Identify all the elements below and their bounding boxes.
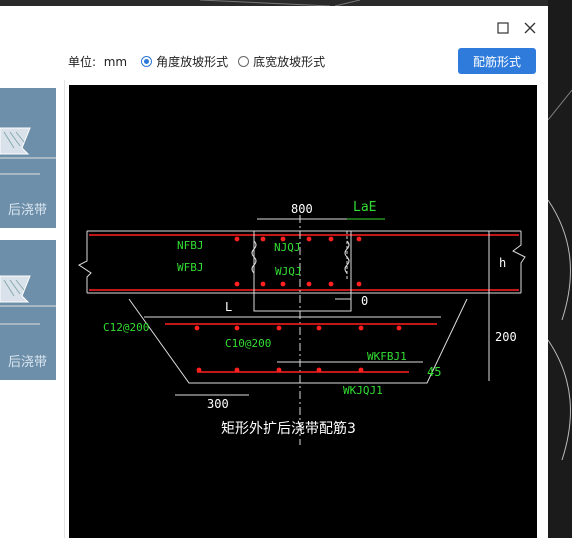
drawing-caption: 矩形外扩后浇带配筋3 <box>221 420 356 437</box>
label-wkfbj: WKFBJ1 <box>367 350 407 363</box>
label-wfbj: WFBJ <box>177 261 204 274</box>
maximize-icon[interactable] <box>493 18 513 38</box>
width-slope-label: 底宽放坡形式 <box>253 54 326 69</box>
widened-trench-outline <box>128 298 468 384</box>
width-slope-option[interactable]: 底宽放坡形式 <box>238 53 325 70</box>
label-nfbj: NFBJ <box>177 239 204 252</box>
label-c10: C10@200 <box>225 337 271 350</box>
label-njqj: NJQJ <box>274 241 301 254</box>
dim-text-800: 800 <box>291 202 313 216</box>
label-c12: C12@200 <box>103 321 149 334</box>
label-wjqj: WJQJ <box>275 265 302 278</box>
angle-slope-radio[interactable] <box>141 55 153 67</box>
template-caption: 后浇带 <box>8 355 48 370</box>
template-caption: 后浇带 <box>8 203 48 218</box>
template-list: 后浇带 后浇带 <box>0 80 65 538</box>
dim-text-lae: LaE <box>353 200 376 215</box>
template-thumbnail-2[interactable]: 后浇带 <box>0 240 56 380</box>
rebar-form-button[interactable]: 配筋形式 <box>458 48 536 74</box>
dim-text-h: h <box>499 256 506 270</box>
slope-options-bar: 单位: mm 角度放坡形式 底宽放坡形式 <box>68 52 335 70</box>
dim-text-l: L <box>225 300 232 314</box>
width-slope-radio[interactable] <box>238 55 250 67</box>
close-icon[interactable] <box>520 18 540 38</box>
unit-label: 单位: mm <box>68 54 128 69</box>
dim-text-300: 300 <box>207 397 229 411</box>
dim-text-0: 0 <box>361 294 368 308</box>
template-thumbnail-1[interactable]: 后浇带 <box>0 88 56 228</box>
rebar-drawing-preview: 800 LaE L h 0 200 300 45 NFBJ NJQJ WFBJ … <box>69 85 537 538</box>
unit-value: mm <box>103 54 128 69</box>
dim-text-45: 45 <box>427 365 441 379</box>
rebar-config-dialog: 单位: mm 角度放坡形式 底宽放坡形式 配筋形式 后浇带 后浇带 800 La… <box>0 6 548 538</box>
angle-slope-option[interactable]: 角度放坡形式 <box>141 53 228 70</box>
label-wkjqj: WKJQJ1 <box>343 384 383 397</box>
angle-slope-label: 角度放坡形式 <box>156 54 229 69</box>
dim-text-200: 200 <box>495 330 517 344</box>
